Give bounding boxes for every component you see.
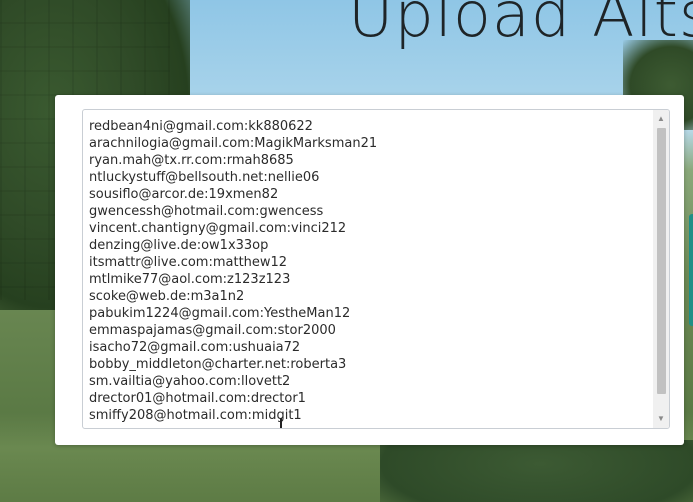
account-line: itsmattr@live.com:matthew12 bbox=[89, 255, 288, 270]
account-line: smiffy208@hotmail.com:midgit1 bbox=[89, 408, 302, 423]
account-line: sm.vailtia@yahoo.com:llovett2 bbox=[89, 374, 291, 389]
account-line: scoke@web.de:m3a1n2 bbox=[89, 289, 245, 304]
background-hill bbox=[380, 440, 693, 502]
textarea-scrollbar[interactable]: ▲ ▼ bbox=[653, 110, 669, 428]
account-line: drector01@hotmail.com:drector1 bbox=[89, 391, 306, 406]
account-line: redbean4ni@gmail.com:kk880622 bbox=[89, 119, 313, 134]
scrollbar-thumb[interactable] bbox=[657, 128, 666, 394]
account-line: bobby_middleton@charter.net:roberta3 bbox=[89, 357, 347, 372]
account-line: isacho72@gmail.com:ushuaia72 bbox=[89, 340, 301, 355]
upload-card: redbean4ni@gmail.com:kk880622 arachnilog… bbox=[55, 95, 684, 445]
text-cursor-icon bbox=[280, 418, 282, 428]
account-line: vincent.chantigny@gmail.com:vinci212 bbox=[89, 221, 347, 236]
side-panel-edge[interactable] bbox=[689, 214, 693, 326]
account-line: pabukim1224@gmail.com:YestheMan12 bbox=[89, 306, 351, 321]
chevron-up-icon[interactable]: ▲ bbox=[653, 112, 669, 126]
account-line: mtlmike77@aol.com:z123z123 bbox=[89, 272, 291, 287]
account-line: denzing@live.de:ow1x33op bbox=[89, 238, 269, 253]
account-line: ryan.mah@tx.rr.com:rmah8685 bbox=[89, 153, 294, 168]
chevron-down-icon[interactable]: ▼ bbox=[653, 412, 669, 426]
account-line: ntluckystuff@bellsouth.net:nellie06 bbox=[89, 170, 320, 185]
account-line: sousiflo@arcor.de:19xmen82 bbox=[89, 187, 279, 202]
accounts-list: redbean4ni@gmail.com:kk880622 arachnilog… bbox=[89, 118, 651, 424]
accounts-textarea[interactable]: redbean4ni@gmail.com:kk880622 arachnilog… bbox=[82, 109, 670, 429]
account-line: arachnilogia@gmail.com:MagikMarksman21 bbox=[89, 136, 378, 151]
page-title: Upload Alts bbox=[348, 0, 693, 51]
account-line: emmaspajamas@gmail.com:stor2000 bbox=[89, 323, 336, 338]
account-line: gwencessh@hotmail.com:gwencess bbox=[89, 204, 324, 219]
